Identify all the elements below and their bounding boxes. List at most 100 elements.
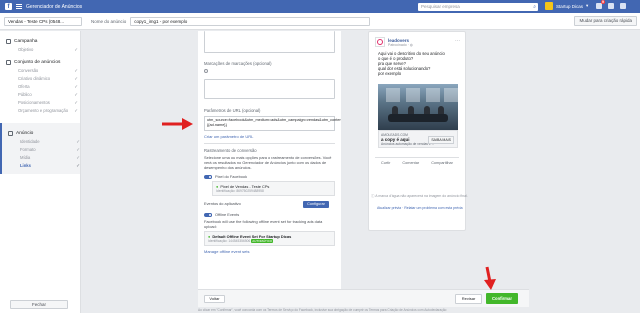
- sidebar-item-label: Formato: [20, 147, 36, 152]
- offline-events-description: Facebook will use the following offline …: [204, 219, 323, 229]
- comment-button[interactable]: Comentar: [402, 161, 419, 165]
- notification-badge: 9: [601, 0, 605, 4]
- close-button[interactable]: Fechar: [10, 300, 68, 309]
- app-events-label: Eventos do aplicativo: [204, 201, 241, 206]
- check-icon: ✓: [76, 155, 80, 160]
- ad-image: [378, 84, 458, 130]
- status-badge: AUTOMÁTICO: [251, 239, 274, 243]
- sidebar-item-budget[interactable]: Orçamento e programação ✓: [6, 108, 78, 113]
- sidebar-item-label: Posicionamentos: [18, 100, 50, 105]
- url-params-field[interactable]: utm_source=facebook&utm_medium=ads&utm_c…: [204, 116, 341, 131]
- campaign-selector[interactable]: Vendas - Teste CPs (0548...: [4, 16, 82, 26]
- sidebar-item-label: Links: [20, 163, 31, 168]
- configure-button[interactable]: Configurar: [303, 201, 329, 208]
- check-icon: ✓: [74, 92, 78, 97]
- check-icon: ✓: [76, 139, 80, 144]
- sidebar-item-dynamic-creative[interactable]: Criativo dinâmico ✓: [6, 76, 78, 81]
- display-link-label: Marcações de marcações (opcional): [204, 61, 272, 66]
- sidebar-item-label: Mídia: [20, 155, 31, 160]
- sidebar-item-media[interactable]: Mídia ✓: [8, 155, 80, 160]
- back-button[interactable]: Voltar: [204, 295, 225, 303]
- help-icon[interactable]: [608, 3, 614, 9]
- info-icon[interactable]: [204, 69, 208, 73]
- confirm-button[interactable]: Confirmar: [486, 293, 518, 304]
- display-link-field[interactable]: [204, 79, 335, 99]
- sidebar-item-format[interactable]: Formato ✓: [8, 147, 80, 152]
- sidebar-adset-section: Conjunto de anúncios Conversão ✓ Criativo…: [0, 52, 80, 113]
- learn-more-button[interactable]: SAIBA MAIS: [428, 136, 454, 144]
- sidebar-item-label: Objetivo: [18, 47, 34, 52]
- pixel-id: Identificação: 869750259488958: [216, 189, 264, 193]
- more-options-icon[interactable]: ···: [455, 38, 460, 44]
- check-icon: ✓: [74, 47, 78, 52]
- action-bar: Voltar Revisar Confirmar: [198, 289, 529, 307]
- sidebar-item-label: Criativo dinâmico: [18, 76, 51, 81]
- sidebar-ad-section: Anúncio Identidade ✓ Formato ✓ Mídia ✓ Link…: [0, 123, 80, 174]
- post-text: Aqui vai o descritivo do seu anúncio o q…: [378, 51, 459, 76]
- sidebar-item-offer[interactable]: Oferta ✓: [6, 84, 78, 89]
- watermark-note-text: A marca d'água não aparecerá na imagem d…: [375, 194, 468, 198]
- ad-editor-form: Marcações de marcações (opcional) Parâme…: [198, 31, 341, 289]
- report-problem-link[interactable]: Relatar um problema com esta prévia: [404, 206, 462, 210]
- terms-footnote: Ao clicar em "Confirmar", você concorda …: [198, 308, 447, 312]
- sidebar-item-label: Anúncio: [16, 131, 34, 136]
- offline-event-set[interactable]: ● Default Offline Event Set For Startup …: [204, 231, 335, 246]
- sidebar-item-label: Campanha: [14, 39, 38, 44]
- sidebar-item-label: Identidade: [20, 139, 40, 144]
- link-preview-card[interactable]: AMOLEADS.COM a copy é aqui Anúncios auto…: [378, 130, 458, 148]
- sidebar-item-audience[interactable]: Público ✓: [6, 92, 78, 97]
- sidebar-item-placements[interactable]: Posicionamentos ✓: [6, 100, 78, 105]
- app-title[interactable]: Gerenciador de Anúncios: [26, 4, 82, 10]
- annotation-arrow-right: [162, 118, 193, 130]
- pixel-toggle[interactable]: [204, 174, 212, 179]
- menu-icon[interactable]: [16, 4, 22, 9]
- ad-icon: [8, 131, 13, 136]
- search-placeholder: Pesquisar empresa: [421, 4, 460, 9]
- globe-icon: ◍: [409, 42, 413, 47]
- watermark-note: ⓘ A marca d'água não aparecerá na imagem…: [371, 194, 471, 199]
- sidebar-item-conversion[interactable]: Conversão ✓: [6, 68, 78, 73]
- sidebar-item-adset[interactable]: Conjunto de anúncios: [6, 60, 80, 65]
- editor-sidebar: Campanha Objetivo ✓ Conjunto de anúncios…: [0, 31, 81, 313]
- text-field[interactable]: [204, 31, 335, 53]
- sidebar-item-identity[interactable]: Identidade ✓: [8, 139, 80, 144]
- sidebar-item-campaign[interactable]: Campanha: [6, 39, 80, 44]
- facebook-logo-icon[interactable]: f: [5, 3, 12, 10]
- top-navigation-bar: f Gerenciador de Anúncios Pesquisar empr…: [0, 0, 640, 13]
- url-params-label: Parâmetros de URL (opcional): [204, 108, 261, 113]
- update-preview-link[interactable]: Atualizar prévia: [377, 206, 401, 210]
- check-icon: ✓: [76, 147, 80, 152]
- sidebar-item-objective[interactable]: Objetivo ✓: [6, 47, 78, 52]
- search-input[interactable]: Pesquisar empresa ⌕: [418, 3, 538, 11]
- review-button[interactable]: Revisar: [455, 294, 482, 304]
- grid-icon: [6, 60, 11, 65]
- settings-icon[interactable]: [620, 3, 626, 9]
- sidebar-item-label: Orçamento e programação: [18, 108, 69, 113]
- sidebar-item-label: Conjunto de anúncios: [14, 60, 61, 65]
- ad-name-field[interactable]: copy1_img1 - por exemplo: [130, 16, 371, 26]
- search-icon[interactable]: ⌕: [533, 3, 536, 11]
- post-text-line: por exemplo: [378, 71, 402, 76]
- quick-creation-button[interactable]: Mudar para criação rápida: [574, 16, 637, 26]
- tracking-description: Selecione uma ou mais opções para o rast…: [204, 155, 332, 170]
- profile-switcher[interactable]: Startup Dicas ▾: [545, 2, 588, 10]
- pixel-label: Pixel do Facebook: [215, 174, 248, 179]
- build-url-link[interactable]: Criar um parâmetro de URL: [204, 134, 335, 139]
- sidebar-item-label: Público: [18, 92, 32, 97]
- check-icon: ✓: [74, 76, 78, 81]
- manage-offline-link[interactable]: Manage offline event sets: [204, 249, 335, 254]
- share-button[interactable]: Compartilhar: [431, 161, 453, 165]
- check-icon: ✓: [74, 84, 78, 89]
- annotation-arrow-down: [484, 266, 496, 290]
- avatar: [545, 2, 553, 10]
- sidebar-item-ad[interactable]: Anúncio: [8, 131, 80, 136]
- check-icon: ✓: [74, 100, 78, 105]
- offline-events-toggle[interactable]: [204, 212, 212, 217]
- check-icon: ✓: [74, 108, 78, 113]
- notifications-icon[interactable]: 9: [596, 0, 605, 9]
- sidebar-item-links[interactable]: Links ✓: [8, 163, 80, 168]
- facebook-post-preview: leadovers Patrocinado · ◍ ··· Aqui vai o…: [368, 31, 466, 231]
- pixel-selector[interactable]: ● Pixel de Vendas - Teste CPs Identifica…: [212, 181, 335, 196]
- like-button[interactable]: Curtir: [381, 161, 390, 165]
- post-actions: Curtir Comentar Compartilhar: [375, 157, 459, 165]
